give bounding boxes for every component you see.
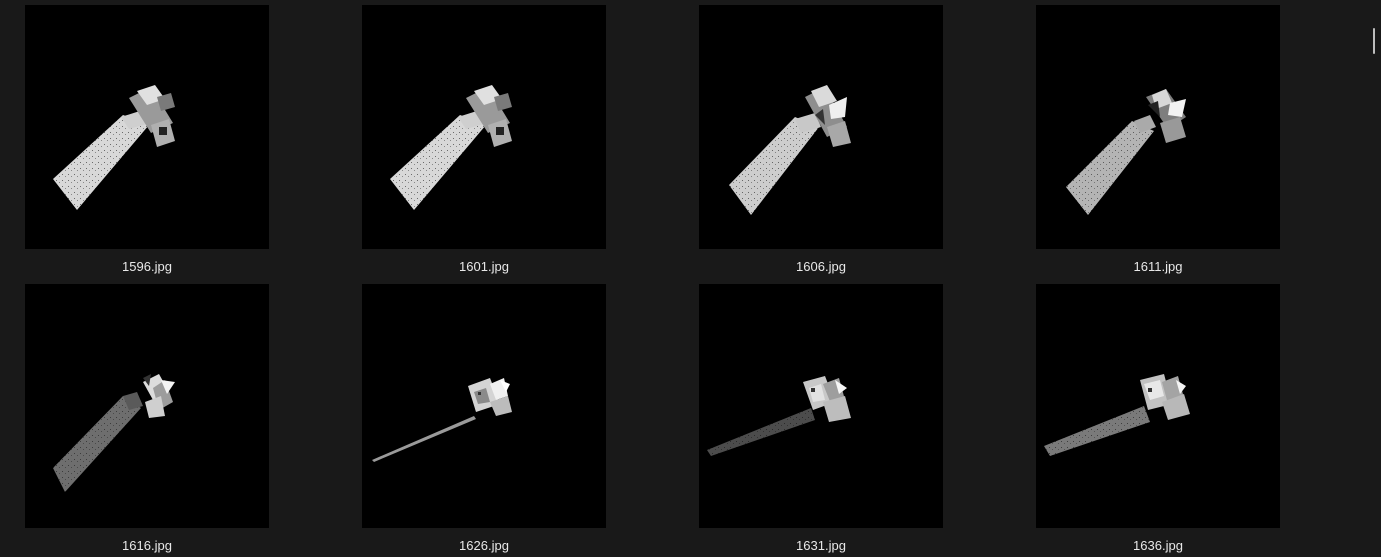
thumbnail-image[interactable] xyxy=(1036,284,1280,528)
satellite-image xyxy=(372,378,512,462)
file-tile-1636[interactable]: 1636.jpg xyxy=(1036,284,1280,554)
vertical-scrollbar[interactable] xyxy=(1369,0,1381,557)
file-name[interactable]: 1606.jpg xyxy=(699,259,943,275)
file-name[interactable]: 1601.jpg xyxy=(362,259,606,275)
thumbnail-image[interactable] xyxy=(699,284,943,528)
scrollbar-thumb[interactable] xyxy=(1373,28,1375,54)
thumbnail-image[interactable] xyxy=(362,5,606,249)
file-name[interactable]: 1636.jpg xyxy=(1036,538,1280,554)
file-tile-1631[interactable]: 1631.jpg xyxy=(699,284,943,554)
satellite-image xyxy=(707,376,851,456)
file-tile-1616[interactable]: 1616.jpg xyxy=(25,284,269,554)
satellite-image xyxy=(729,85,851,215)
file-tile-1611[interactable]: 1611.jpg xyxy=(1036,5,1280,275)
file-name[interactable]: 1611.jpg xyxy=(1036,259,1280,275)
satellite-image xyxy=(1066,89,1186,215)
file-name[interactable]: 1596.jpg xyxy=(25,259,269,275)
thumbnail-grid: 1596.jpg 1601.jpg 1606.jpg 1611.jpg 1616… xyxy=(0,0,1381,557)
thumbnail-image[interactable] xyxy=(25,5,269,249)
thumbnail-image[interactable] xyxy=(699,5,943,249)
thumbnail-image[interactable] xyxy=(362,284,606,528)
file-tile-1626[interactable]: 1626.jpg xyxy=(362,284,606,554)
satellite-image xyxy=(53,374,175,492)
thumbnail-image[interactable] xyxy=(1036,5,1280,249)
thumbnail-image[interactable] xyxy=(25,284,269,528)
file-name[interactable]: 1631.jpg xyxy=(699,538,943,554)
file-name[interactable]: 1626.jpg xyxy=(362,538,606,554)
satellite-image xyxy=(390,85,512,210)
file-tile-1606[interactable]: 1606.jpg xyxy=(699,5,943,275)
file-tile-1596[interactable]: 1596.jpg xyxy=(25,5,269,275)
satellite-image xyxy=(53,85,175,210)
file-tile-1601[interactable]: 1601.jpg xyxy=(362,5,606,275)
file-name[interactable]: 1616.jpg xyxy=(25,538,269,554)
satellite-image xyxy=(1044,374,1190,456)
